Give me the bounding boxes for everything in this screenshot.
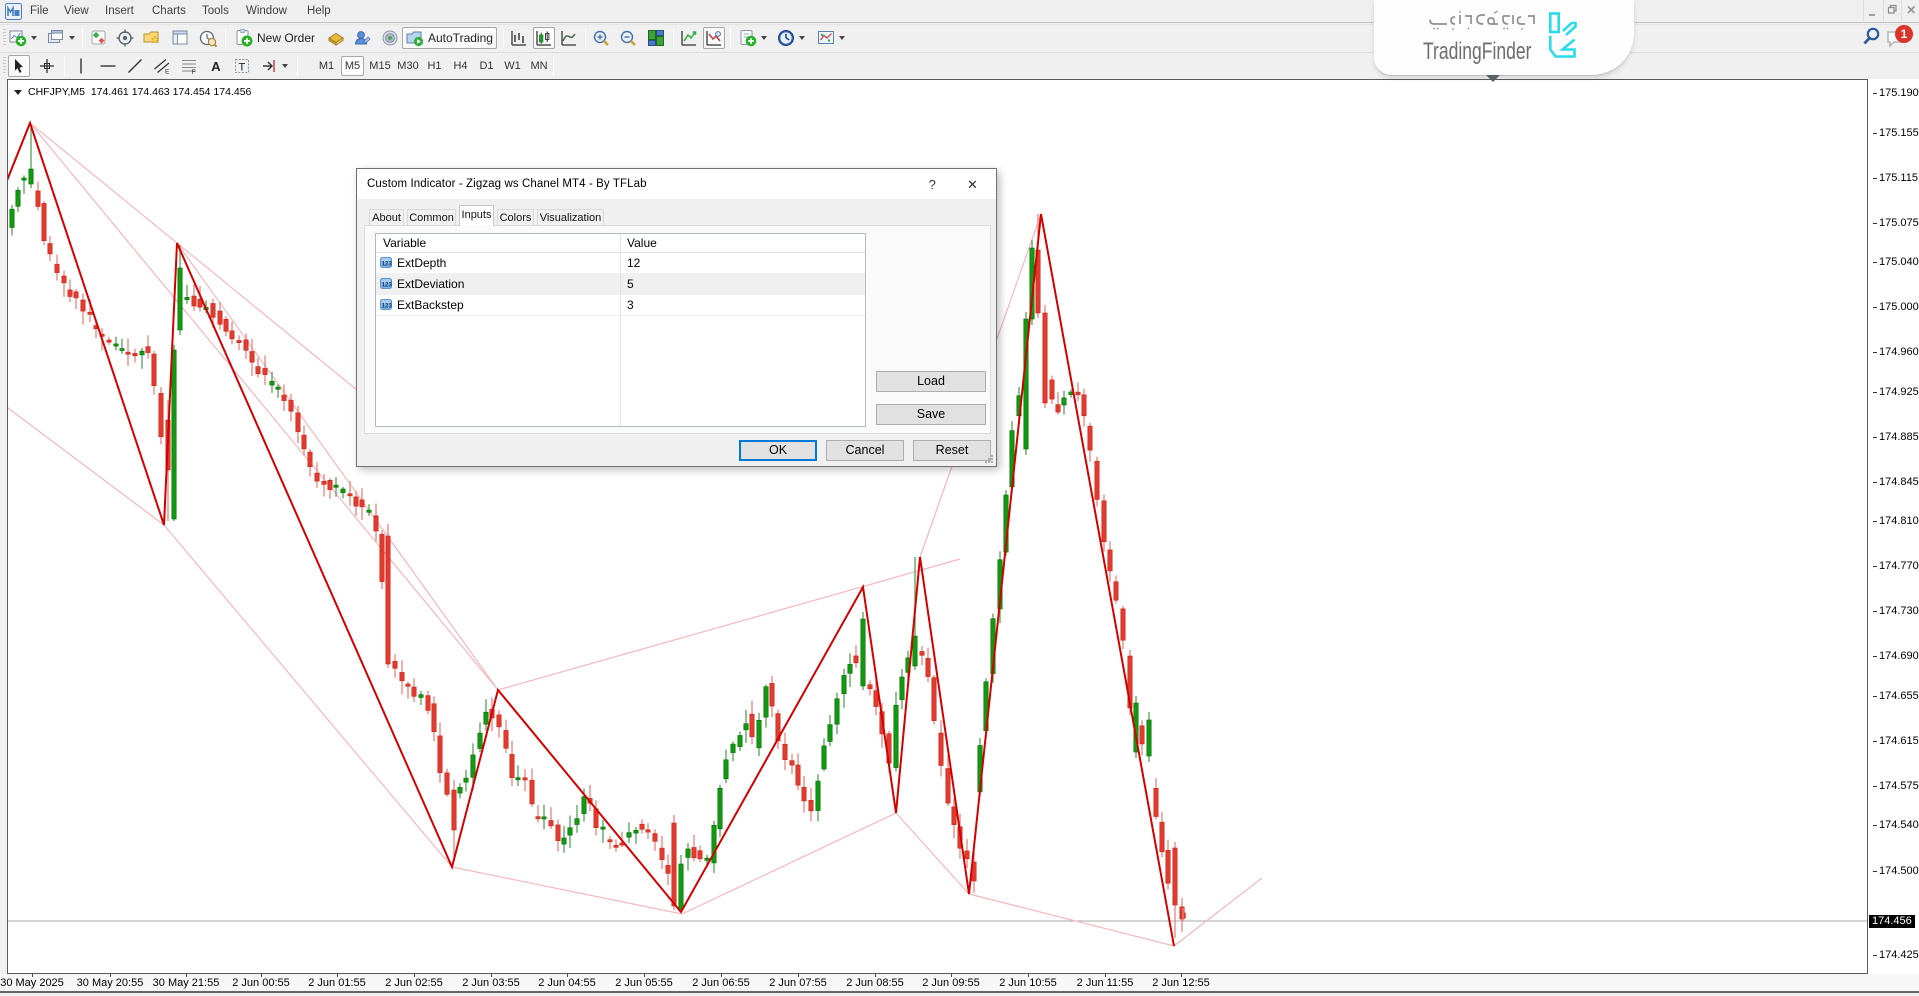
svg-text:T: T <box>239 62 246 74</box>
svg-text:123: 123 <box>382 260 393 267</box>
svg-text:123: 123 <box>382 281 393 288</box>
svg-text:123: 123 <box>382 302 393 309</box>
svg-text:F: F <box>192 69 196 75</box>
svg-text:E: E <box>165 69 170 76</box>
